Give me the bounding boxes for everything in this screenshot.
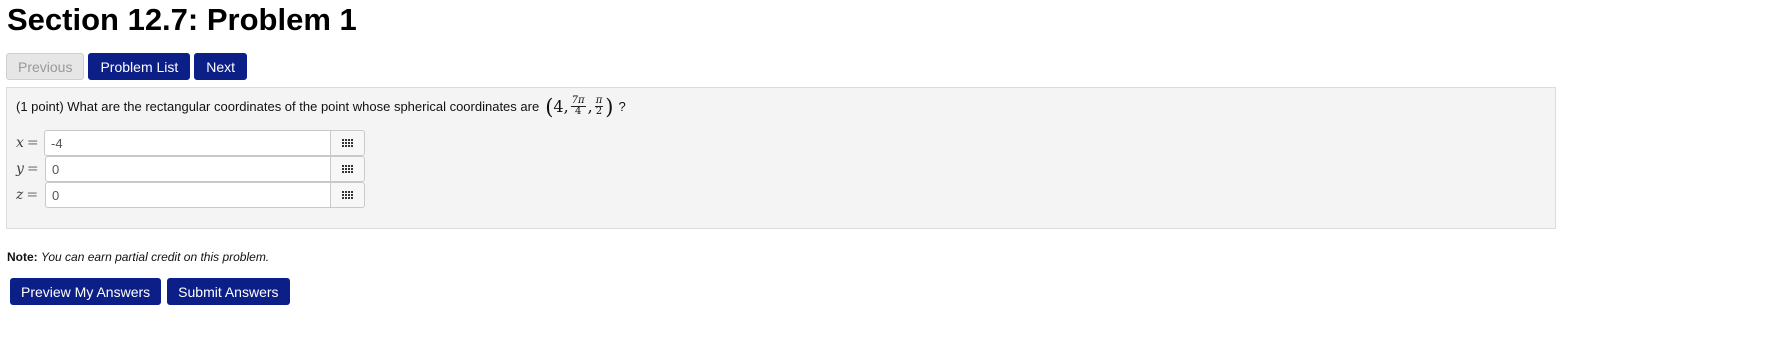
- grid-keypad-icon: [342, 191, 353, 199]
- note-label: Note:: [7, 250, 38, 264]
- coord-separator: ,: [587, 97, 593, 116]
- equation-editor-button-z[interactable]: [330, 182, 365, 208]
- close-paren: ): [605, 94, 614, 119]
- var-label-x: x =: [16, 135, 44, 151]
- question-text: (1 point) What are the rectangular coord…: [16, 99, 540, 114]
- var-label-z: z =: [16, 187, 45, 203]
- var-symbol: y: [16, 161, 24, 177]
- preview-answers-button[interactable]: Preview My Answers: [10, 278, 162, 305]
- problem-list-button[interactable]: Problem List: [88, 53, 191, 80]
- equation-editor-button-x[interactable]: [330, 130, 365, 156]
- answer-row-y: y =: [16, 156, 365, 182]
- next-button[interactable]: Next: [194, 53, 248, 80]
- note-text: You can earn partial credit on this prob…: [41, 250, 270, 264]
- coord-separator: ,: [563, 97, 569, 116]
- problem-panel: (1 point) What are the rectangular coord…: [6, 87, 1556, 229]
- var-label-y: y =: [16, 161, 45, 177]
- partial-credit-note: Note: You can earn partial credit on thi…: [7, 250, 269, 264]
- open-paren: (: [545, 94, 554, 119]
- var-symbol: x: [16, 135, 24, 151]
- spherical-coordinates: ( 4 , 7π 4 , π 2 ): [545, 94, 614, 119]
- previous-button[interactable]: Previous: [6, 53, 85, 80]
- phi-denominator: 2: [595, 106, 603, 117]
- var-symbol: z: [16, 187, 24, 203]
- answer-y-input[interactable]: [45, 156, 330, 182]
- answer-z-input[interactable]: [45, 182, 330, 208]
- equation-editor-button-y[interactable]: [330, 156, 365, 182]
- answer-row-z: z =: [16, 182, 365, 208]
- grid-keypad-icon: [342, 165, 353, 173]
- question: (1 point) What are the rectangular coord…: [16, 94, 626, 119]
- equals-sign: =: [26, 161, 39, 177]
- equals-sign: =: [26, 135, 39, 151]
- theta-fraction: 7π 4: [570, 96, 586, 117]
- problem-navigation: Previous Problem List Next: [6, 53, 248, 80]
- page-title: Section 12.7: Problem 1: [7, 2, 357, 37]
- theta-denominator: 4: [574, 106, 582, 117]
- answer-x-input[interactable]: [44, 130, 330, 156]
- phi-fraction: π 2: [594, 96, 604, 117]
- answer-row-x: x =: [16, 130, 365, 156]
- grid-keypad-icon: [342, 139, 353, 147]
- rho-value: 4: [553, 97, 564, 116]
- equals-sign: =: [26, 187, 39, 203]
- answer-actions: Preview My Answers Submit Answers: [10, 278, 290, 305]
- submit-answers-button[interactable]: Submit Answers: [167, 278, 290, 305]
- question-mark: ?: [618, 99, 626, 114]
